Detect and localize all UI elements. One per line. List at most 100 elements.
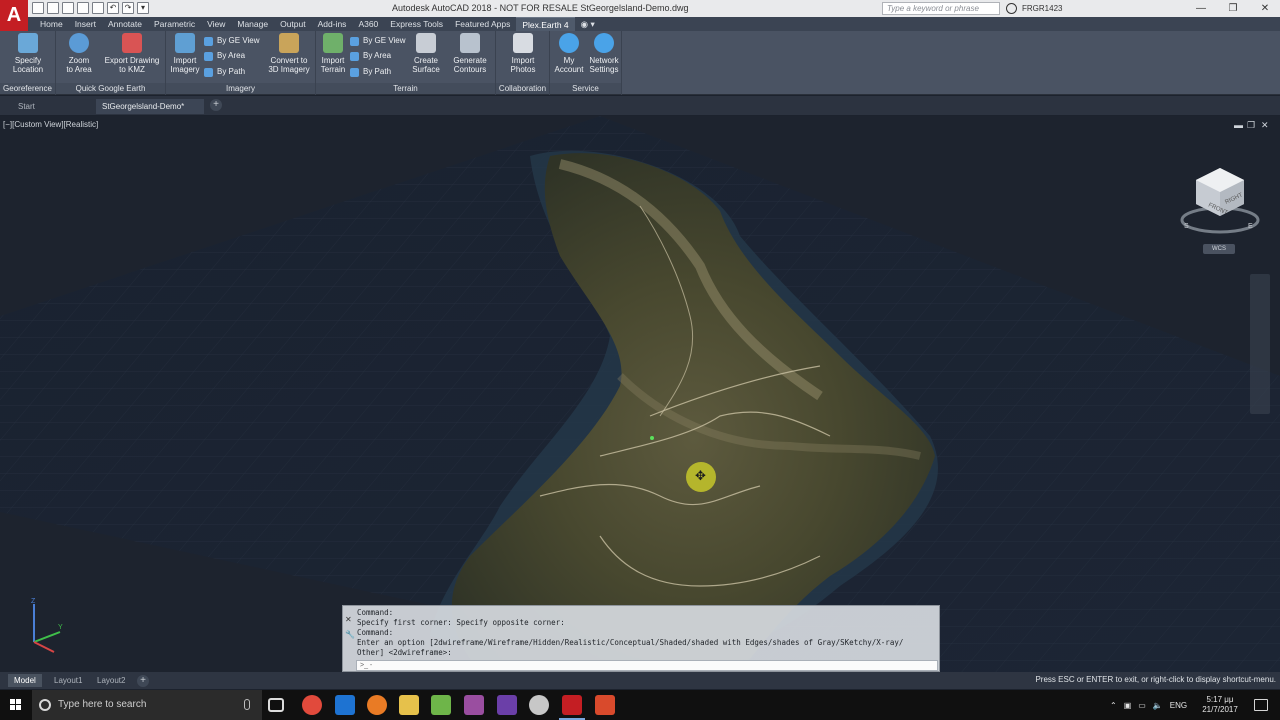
tab-output[interactable]: Output	[274, 17, 312, 31]
notepad-plus-icon[interactable]	[431, 695, 451, 715]
chrome-icon[interactable]	[302, 695, 322, 715]
tab-manage[interactable]: Manage	[231, 17, 274, 31]
wcs-menu-button[interactable]: WCS	[1203, 244, 1235, 254]
tab-annotate[interactable]: Annotate	[102, 17, 148, 31]
network-settings-button[interactable]: Network Settings	[586, 33, 622, 74]
terrain-by-area-button[interactable]: By Area	[350, 49, 391, 63]
save-icon[interactable]	[62, 2, 74, 14]
print-icon[interactable]	[92, 2, 104, 14]
windows-taskbar: Type here to search ⌃ ▣ ▭ 🔈 ENG 5:17 μμ …	[0, 690, 1280, 720]
minimize-icon[interactable]: —	[1186, 0, 1216, 17]
ribbon-tab-bar: Home Insert Annotate Parametric View Man…	[28, 17, 1280, 31]
camtasia-icon[interactable]	[595, 695, 615, 715]
command-history-line: Command:	[357, 608, 394, 617]
new-file-icon[interactable]	[32, 2, 44, 14]
clock-date: 21/7/2017	[1202, 705, 1238, 714]
viewport-close-icon[interactable]: ✕	[1261, 120, 1269, 131]
file-explorer-icon[interactable]	[399, 695, 419, 715]
close-icon[interactable]: ✕	[1250, 0, 1280, 17]
zoom-globe-icon	[69, 33, 89, 53]
specify-location-button[interactable]: Specify Location	[6, 33, 50, 74]
tab-view[interactable]: View	[201, 17, 231, 31]
firefox-icon[interactable]	[367, 695, 387, 715]
user-account[interactable]: FRGR1423	[1004, 1, 1104, 16]
save-as-icon[interactable]	[77, 2, 89, 14]
panel-imagery: Import Imagery By GE View By Area By Pat…	[166, 31, 316, 95]
create-surface-button[interactable]: Create Surface	[408, 33, 444, 74]
battery-icon[interactable]: ▭	[1138, 701, 1146, 710]
volume-icon[interactable]: 🔈	[1153, 701, 1163, 710]
tab-active-drawing[interactable]: StGeorgelsland-Demo*	[96, 99, 204, 114]
tab-layout2[interactable]: Layout2	[91, 674, 131, 687]
import-photos-button[interactable]: Import Photos	[502, 33, 544, 74]
generic-app-icon[interactable]	[529, 695, 549, 715]
undo-icon[interactable]: ↶	[107, 2, 119, 14]
terrain-scene	[0, 116, 1280, 672]
task-view-icon[interactable]	[268, 698, 284, 712]
help-search-input[interactable]: Type a keyword or phrase	[882, 2, 1000, 15]
terrain-by-ge-view-button[interactable]: By GE View	[350, 34, 406, 48]
command-history-line: Specify first corner: Specify opposite c…	[357, 618, 565, 627]
clock[interactable]: 5:17 μμ 21/7/2017	[1196, 695, 1244, 715]
my-account-button[interactable]: My Account	[552, 33, 586, 74]
compass-s-label: S	[1184, 223, 1189, 230]
tab-layout1[interactable]: Layout1	[48, 674, 88, 687]
tab-add-ins[interactable]: Add-ins	[312, 17, 353, 31]
viewport-restore-icon[interactable]: ❐	[1247, 120, 1255, 131]
imagery-by-path-button[interactable]: By Path	[204, 65, 245, 79]
tray-chevron-icon[interactable]: ⌃	[1110, 701, 1117, 710]
navigation-bar[interactable]	[1250, 274, 1270, 414]
language-indicator[interactable]: ENG	[1170, 701, 1187, 710]
command-line-window[interactable]: ✕ 🔧 Command: Specify first corner: Speci…	[342, 605, 940, 672]
viewport-controls-label[interactable]: [−][Custom View][Realistic]	[3, 120, 98, 129]
notifications-icon[interactable]	[1254, 699, 1268, 711]
close-icon[interactable]: ✕	[345, 615, 352, 624]
terrain-by-path-button[interactable]: By Path	[350, 65, 391, 79]
restore-icon[interactable]: ❐	[1218, 0, 1248, 17]
import-imagery-button[interactable]: Import Imagery	[168, 33, 202, 74]
tab-parametric[interactable]: Parametric	[148, 17, 201, 31]
tab-insert[interactable]: Insert	[69, 17, 102, 31]
location-marker	[650, 436, 654, 440]
autocad-taskbar-icon[interactable]	[562, 695, 582, 715]
new-tab-icon[interactable]: +	[210, 99, 222, 111]
tab-a360[interactable]: A360	[352, 17, 384, 31]
ucs-icon: Z Y	[31, 598, 63, 653]
export-kmz-icon	[122, 33, 142, 53]
tab-start[interactable]: Start	[12, 99, 92, 114]
edge-icon[interactable]	[335, 695, 355, 715]
ribbon: Specify Location Georeference Zoom to Ar…	[0, 31, 1280, 95]
convert-3d-imagery-button[interactable]: Convert to 3D Imagery	[264, 33, 314, 74]
tab-plex-earth[interactable]: Plex.Earth 4	[516, 17, 575, 31]
command-history-line: Enter an option [2dwireframe/Wireframe/H…	[357, 638, 904, 647]
gitkraken-icon[interactable]	[464, 695, 484, 715]
open-folder-icon[interactable]	[47, 2, 59, 14]
autocad-logo-icon[interactable]: A	[0, 0, 28, 31]
viewport-minimize-icon[interactable]: ▬	[1234, 120, 1243, 130]
new-layout-icon[interactable]: +	[137, 675, 149, 687]
tab-model[interactable]: Model	[8, 674, 42, 687]
tab-home[interactable]: Home	[34, 17, 69, 31]
status-bar: Model Layout1 Layout2 + Press ESC or ENT…	[0, 672, 1280, 689]
network-icon[interactable]: ▣	[1124, 701, 1132, 710]
windows-logo-icon[interactable]	[0, 690, 32, 720]
panel-title: Collaboration	[496, 83, 549, 94]
generate-contours-button[interactable]: Generate Contours	[448, 33, 492, 74]
imagery-by-ge-view-button[interactable]: By GE View	[204, 34, 260, 48]
ribbon-options-icon[interactable]: ◉ ▾	[575, 17, 601, 31]
microphone-icon[interactable]	[244, 699, 250, 710]
command-input[interactable]: >_ -	[356, 660, 938, 671]
import-terrain-button[interactable]: Import Terrain	[318, 33, 348, 74]
zoom-to-area-button[interactable]: Zoom to Area	[60, 33, 98, 74]
customize-wrench-icon[interactable]: 🔧	[345, 630, 355, 639]
tab-express-tools[interactable]: Express Tools	[384, 17, 449, 31]
tab-featured-apps[interactable]: Featured Apps	[449, 17, 516, 31]
redo-icon[interactable]: ↷	[122, 2, 134, 14]
qat-dropdown-icon[interactable]: ▾	[137, 2, 149, 14]
taskbar-search-input[interactable]: Type here to search	[32, 690, 262, 720]
visual-studio-icon[interactable]	[497, 695, 517, 715]
drawing-viewport[interactable]: [−][Custom View][Realistic] ▬ ❐ ✕ FRONT …	[0, 116, 1280, 672]
imagery-by-area-button[interactable]: By Area	[204, 49, 245, 63]
viewcube[interactable]: FRONT RIGHT S E	[1178, 164, 1262, 248]
export-kmz-button[interactable]: Export Drawing to KMZ	[100, 33, 164, 74]
